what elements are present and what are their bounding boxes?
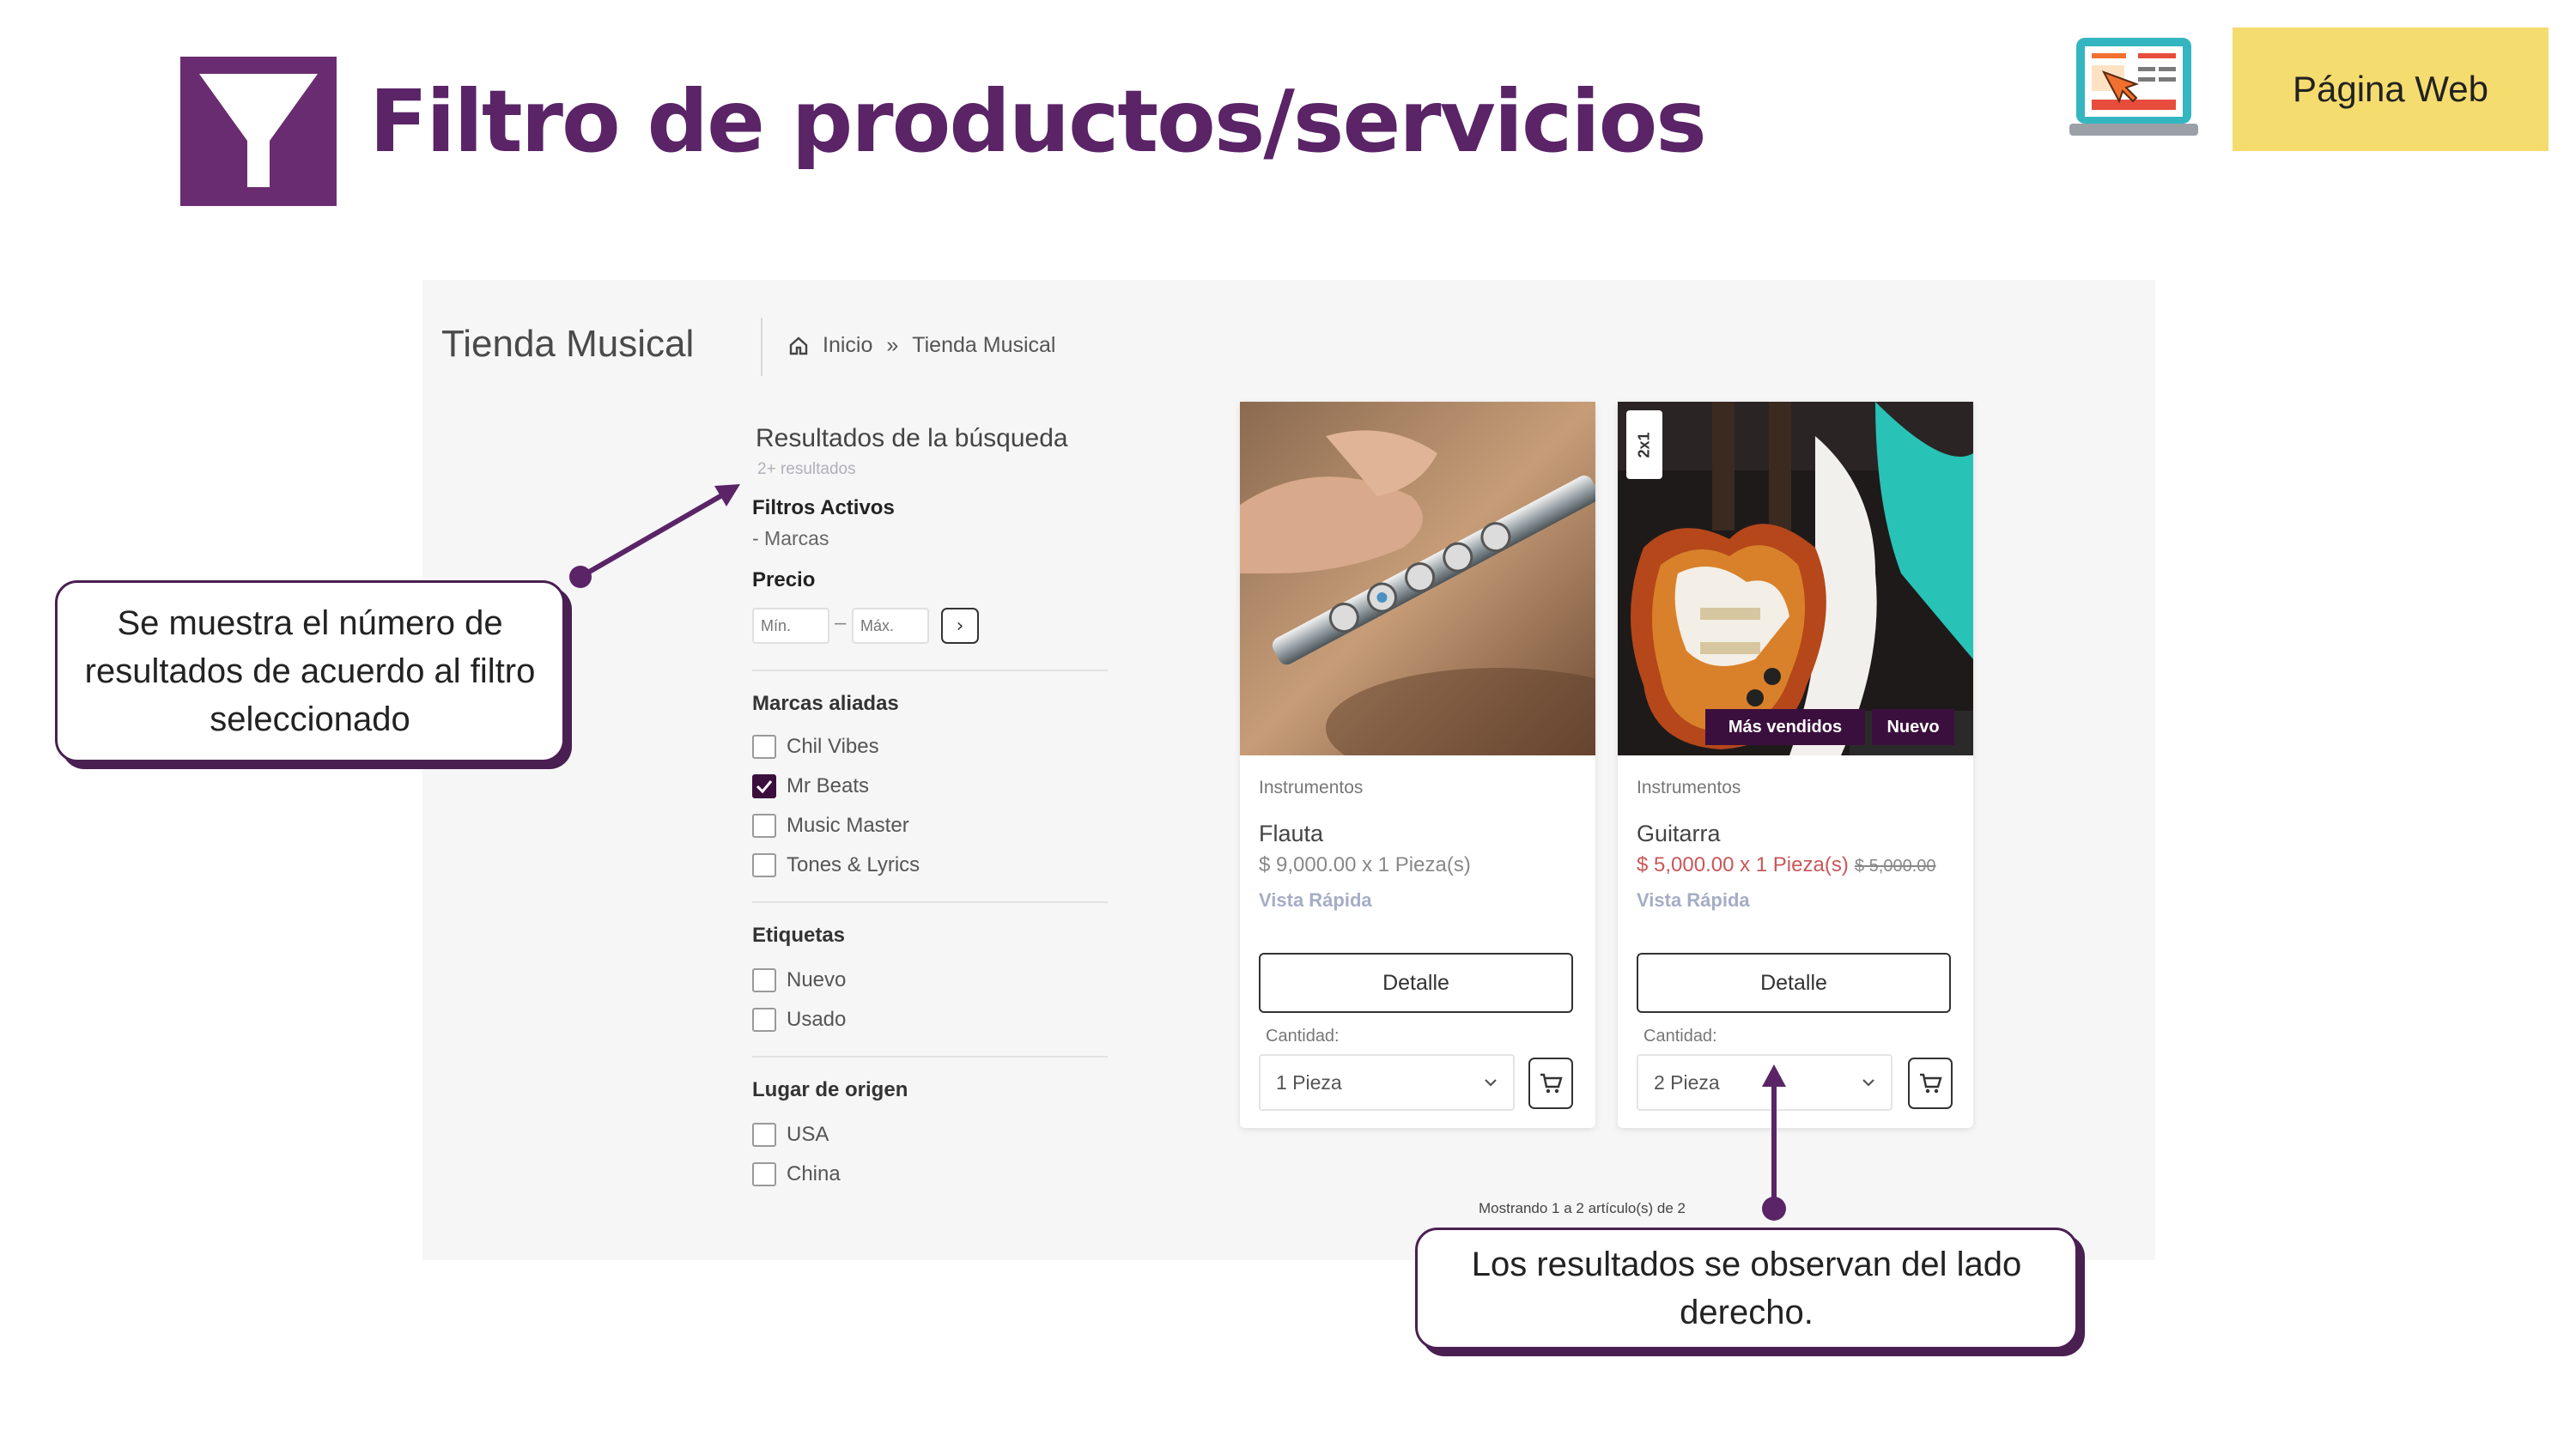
breadcrumb-current: Tienda Musical <box>912 333 1056 357</box>
origin-label: Lugar de origen <box>752 1078 908 1101</box>
origin-option-label: China <box>787 1162 841 1185</box>
chevron-down-icon <box>1862 1079 1874 1087</box>
checkbox[interactable] <box>752 1123 776 1147</box>
promo-badge: 2x1 <box>1626 410 1662 479</box>
tags-label: Etiquetas <box>752 924 846 947</box>
brand-option-label: Tones & Lyrics <box>787 853 920 876</box>
filter-logo <box>180 57 337 206</box>
brand-option-music-master[interactable]: Music Master <box>752 814 909 838</box>
brand-option-mr-beats[interactable]: Mr Beats <box>752 774 869 798</box>
price-apply-button[interactable]: › <box>941 608 979 644</box>
checkbox-checked[interactable] <box>752 774 776 798</box>
active-filters-label: Filtros Activos <box>752 496 895 519</box>
breadcrumb-home[interactable]: Inicio <box>823 333 872 358</box>
sidebar-divider <box>752 901 1108 903</box>
product-old-price: $ 5,000.00 <box>1855 857 1936 876</box>
product-category: Instrumentos <box>1259 778 1364 797</box>
tag-option-nuevo[interactable]: Nuevo <box>752 968 846 992</box>
product-image-guitarra[interactable] <box>1618 402 1973 755</box>
quantity-value: 2 Pieza <box>1654 1070 1720 1094</box>
product-name[interactable]: Guitarra <box>1637 821 1721 847</box>
brand-option-label: Chil Vibes <box>787 735 879 758</box>
cart-icon <box>1540 1073 1563 1094</box>
checkbox[interactable] <box>752 814 776 838</box>
price-dash: – <box>835 611 847 634</box>
quick-view-link[interactable]: Vista Rápida <box>1259 889 1372 912</box>
product-category: Instrumentos <box>1637 778 1741 797</box>
quick-view-link[interactable]: Vista Rápida <box>1637 889 1750 912</box>
quantity-select[interactable]: 2 Pieza <box>1637 1054 1893 1111</box>
checkbox[interactable] <box>752 853 776 877</box>
active-filter-item[interactable]: - Marcas <box>752 527 829 550</box>
page-title: Filtro de productos/servicios <box>369 71 1707 172</box>
price-min-input[interactable] <box>752 608 829 644</box>
tag-option-label: Usado <box>787 1008 847 1031</box>
chevron-right-icon: › <box>956 615 964 637</box>
price-label: Precio <box>752 568 816 591</box>
sidebar-divider <box>752 670 1108 671</box>
home-icon[interactable] <box>788 336 809 356</box>
guitar-photo <box>1618 402 1973 755</box>
product-image-flauta[interactable] <box>1240 402 1595 755</box>
sidebar-divider <box>752 1056 1108 1058</box>
promo-badge-text: 2x1 <box>1635 431 1653 458</box>
page-type-badge: Página Web <box>2233 27 2549 151</box>
web-page-icon <box>2069 34 2198 142</box>
quantity-value: 1 Pieza <box>1276 1070 1342 1094</box>
detail-button[interactable]: Detalle <box>1259 953 1573 1013</box>
filter-icon <box>199 74 318 187</box>
results-title: Resultados de la búsqueda <box>756 424 1068 452</box>
brand-option-chil-vibes[interactable]: Chil Vibes <box>752 735 879 759</box>
checkbox[interactable] <box>752 1162 776 1186</box>
add-to-cart-button[interactable] <box>1528 1058 1573 1109</box>
tag-option-usado[interactable]: Usado <box>752 1008 846 1032</box>
quantity-label: Cantidad: <box>1643 1027 1717 1046</box>
add-to-cart-button[interactable] <box>1908 1058 1953 1109</box>
title-divider <box>761 318 762 376</box>
quantity-label: Cantidad: <box>1266 1027 1340 1046</box>
breadcrumb-separator: » <box>886 333 899 357</box>
chevron-down-icon <box>1485 1079 1497 1087</box>
callout-results-side: Los resultados se observan del lado dere… <box>1415 1228 2078 1349</box>
pagination-text: Mostrando 1 a 2 artículo(s) de 2 <box>1479 1200 1686 1216</box>
origin-option-label: USA <box>787 1123 829 1146</box>
price-max-input[interactable] <box>852 608 929 644</box>
brands-label: Marcas aliadas <box>752 692 899 715</box>
origin-option-usa[interactable]: USA <box>752 1123 829 1147</box>
breadcrumb: Inicio » Tienda Musical <box>788 333 1055 358</box>
brand-option-tones-lyrics[interactable]: Tones & Lyrics <box>752 853 920 877</box>
checkbox[interactable] <box>752 968 776 992</box>
checkbox[interactable] <box>752 1008 776 1032</box>
product-price: $ 9,000.00 x 1 Pieza(s) <box>1259 853 1471 876</box>
quantity-select[interactable]: 1 Pieza <box>1259 1054 1515 1111</box>
tag-option-label: Nuevo <box>787 968 847 991</box>
brand-option-label: Music Master <box>787 814 909 837</box>
product-name[interactable]: Flauta <box>1259 821 1323 847</box>
badge-new: Nuevo <box>1872 709 1954 745</box>
results-count: 2+ resultados <box>757 460 856 478</box>
callout-results-count: Se muestra el número de resultados de ac… <box>55 580 565 762</box>
badge-bestseller: Más vendidos <box>1705 709 1865 745</box>
flute-photo <box>1240 402 1595 755</box>
brand-option-label: Mr Beats <box>787 774 870 797</box>
checkmark-icon <box>756 780 773 794</box>
product-price: $ 5,000.00 x 1 Pieza(s) <box>1637 853 1849 876</box>
shop-title: Tienda Musical <box>441 323 695 365</box>
checkbox[interactable] <box>752 735 776 759</box>
detail-button[interactable]: Detalle <box>1637 953 1951 1013</box>
origin-option-china[interactable]: China <box>752 1162 841 1186</box>
cart-icon <box>1920 1073 1942 1094</box>
